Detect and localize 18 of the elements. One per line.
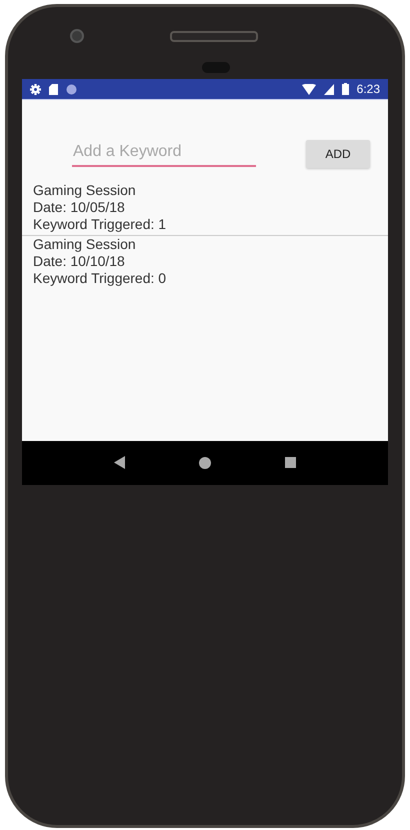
keyword-input-field[interactable]: Add a Keyword — [72, 141, 256, 167]
clock-time: 6:23 — [356, 82, 380, 96]
home-icon[interactable] — [199, 456, 211, 468]
session-date: Date: 10/10/18 — [33, 253, 126, 270]
settings-icon — [30, 84, 41, 94]
camera-icon — [70, 29, 84, 43]
session-title: Gaming Session — [33, 236, 137, 253]
signal-icon — [324, 84, 334, 94]
keyword-count: Keyword Triggered: 0 — [33, 270, 168, 287]
wifi-icon — [302, 84, 316, 94]
battery-icon — [342, 83, 349, 95]
circle-icon — [66, 84, 77, 94]
add-button[interactable]: ADD — [306, 140, 370, 168]
sd-card-icon — [49, 84, 58, 94]
session-date: Date: 10/05/18 — [33, 199, 126, 216]
back-icon[interactable] — [114, 456, 125, 469]
session-title: Gaming Session — [33, 182, 137, 199]
keyword-count: Keyword Triggered: 1 — [33, 216, 168, 233]
